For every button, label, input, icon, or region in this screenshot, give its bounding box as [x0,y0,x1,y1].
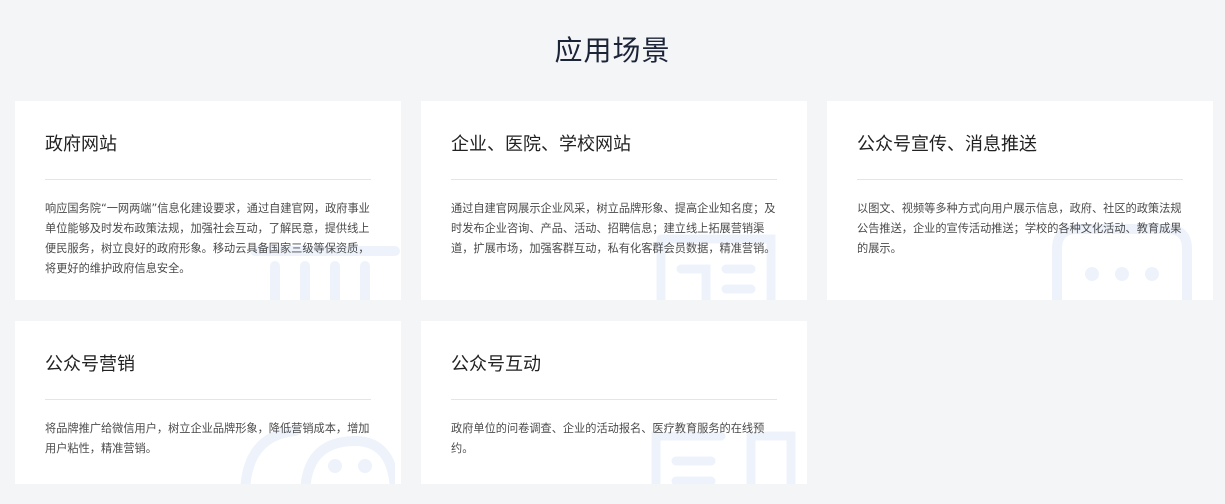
card-divider [451,399,777,400]
card-title: 公众号互动 [451,354,541,375]
card-divider [45,179,371,180]
scenario-card-push: 公众号宣传、消息推送 以图文、视频等多种方式向用户展示信息，政府、社区的政策法规… [827,101,1213,300]
card-divider [857,179,1183,180]
scenario-card-enterprise: 企业、医院、学校网站 通过自建官网展示企业风采，树立品牌形象、提高企业知名度；及… [421,101,807,300]
card-description: 以图文、视频等多种方式向用户展示信息，政府、社区的政策法规公告推送，企业的宣传活… [857,202,1182,255]
card-description: 响应国务院“一网两端”信息化建设要求，通过自建官网，政府事业单位能够及时发布政策… [45,202,370,275]
section-title: 应用场景 [554,34,671,67]
card-title: 公众号营销 [45,354,135,375]
card-title: 政府网站 [45,134,117,155]
card-description: 政府单位的问卷调查、企业的活动报名、医疗教育服务的在线预约。 [451,422,765,455]
scenario-card-government: 政府网站 响应国务院“一网两端”信息化建设要求，通过自建官网，政府事业单位能够及… [15,101,401,300]
card-description: 通过自建官网展示企业风采，树立品牌形象、提高企业知名度；及时发布企业咨询、产品、… [451,202,776,255]
card-divider [45,399,371,400]
card-title: 公众号宣传、消息推送 [857,134,1037,155]
scenario-card-interaction: 公众号互动 政府单位的问卷调查、企业的活动报名、医疗教育服务的在线预约。 [421,321,807,484]
scenario-card-marketing: 公众号营销 将品牌推广给微信用户，树立企业品牌形象，降低营销成本，增加用户粘性，… [15,321,401,484]
card-divider [451,179,777,180]
card-title: 企业、医院、学校网站 [451,134,631,155]
card-description: 将品牌推广给微信用户，树立企业品牌形象，降低营销成本，增加用户粘性，精准营销。 [45,422,370,455]
